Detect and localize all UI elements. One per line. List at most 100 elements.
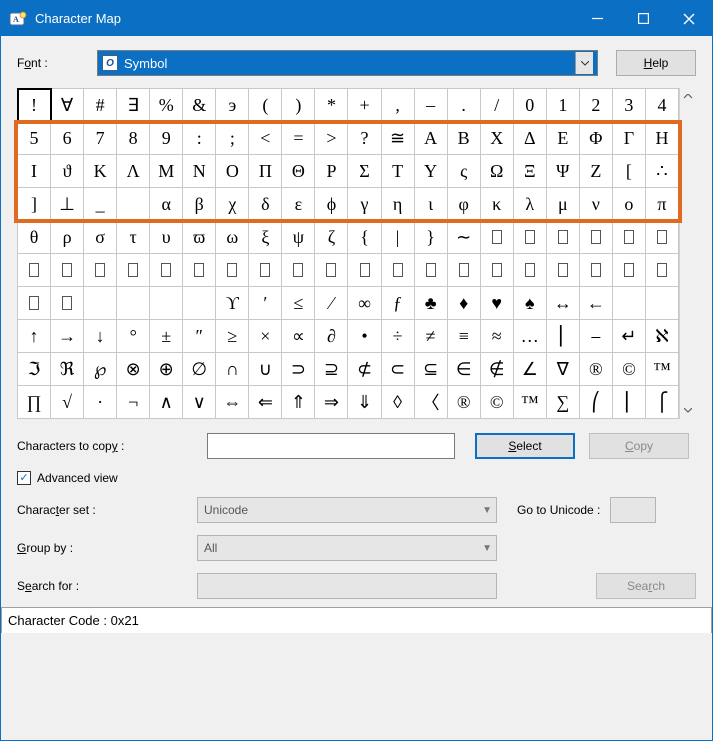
char-cell[interactable]: ∃ (117, 89, 150, 122)
char-cell[interactable]: ⊆ (415, 353, 448, 386)
char-cell[interactable]: Ζ (580, 155, 613, 188)
char-cell[interactable] (646, 287, 679, 320)
char-cell[interactable]: ; (216, 122, 249, 155)
char-cell[interactable]: λ (514, 188, 547, 221)
char-cell[interactable]: % (150, 89, 183, 122)
char-cell[interactable]: ∂ (315, 320, 348, 353)
char-cell[interactable]: | (382, 221, 415, 254)
char-cell[interactable]: ⇓ (348, 386, 381, 419)
char-cell[interactable] (51, 287, 84, 320)
char-cell[interactable]: ← (580, 287, 613, 320)
char-cell[interactable]: 9 (150, 122, 183, 155)
copy-button[interactable]: Copy (589, 433, 689, 459)
scrollbar[interactable] (679, 88, 696, 419)
char-cell[interactable]: Ψ (547, 155, 580, 188)
char-cell[interactable]: Ε (547, 122, 580, 155)
char-cell[interactable]: ◊ (382, 386, 415, 419)
char-cell[interactable]: 3 (613, 89, 646, 122)
char-cell[interactable]: … (514, 320, 547, 353)
char-cell[interactable]: ∑ (547, 386, 580, 419)
char-cell[interactable]: Ν (183, 155, 216, 188)
char-cell[interactable]: = (282, 122, 315, 155)
char-cell[interactable]: ∏ (18, 386, 51, 419)
char-cell[interactable]: Ο (216, 155, 249, 188)
char-cell[interactable]: ® (580, 353, 613, 386)
maximize-button[interactable] (620, 1, 666, 36)
char-cell[interactable]: · (84, 386, 117, 419)
char-cell[interactable]: { (348, 221, 381, 254)
char-cell[interactable] (150, 287, 183, 320)
char-cell[interactable]: 5 (18, 122, 51, 155)
char-cell[interactable]: ≤ (282, 287, 315, 320)
char-cell[interactable]: } (415, 221, 448, 254)
char-cell[interactable] (51, 254, 84, 287)
char-cell[interactable]: ⊂ (382, 353, 415, 386)
char-cell[interactable] (382, 254, 415, 287)
char-cell[interactable]: ↓ (84, 320, 117, 353)
char-cell[interactable]: ψ (282, 221, 315, 254)
char-cell[interactable]: ( (249, 89, 282, 122)
close-button[interactable] (666, 1, 712, 36)
char-cell[interactable]: ÷ (382, 320, 415, 353)
char-cell[interactable]: – (415, 89, 448, 122)
char-cell[interactable] (216, 254, 249, 287)
char-cell[interactable]: Π (249, 155, 282, 188)
char-cell[interactable]: ∼ (448, 221, 481, 254)
search-input[interactable] (197, 573, 497, 599)
char-cell[interactable]: Γ (613, 122, 646, 155)
char-cell[interactable]: ⎜ (613, 386, 646, 419)
char-cell[interactable]: ¬ (117, 386, 150, 419)
minimize-button[interactable] (574, 1, 620, 36)
char-cell[interactable]: τ (117, 221, 150, 254)
char-cell[interactable]: < (249, 122, 282, 155)
char-cell[interactable]: ∉ (481, 353, 514, 386)
char-cell[interactable] (183, 287, 216, 320)
char-cell[interactable]: ζ (315, 221, 348, 254)
char-cell[interactable]: ⎯ (580, 320, 613, 353)
char-cell[interactable] (415, 254, 448, 287)
char-cell[interactable]: * (315, 89, 348, 122)
char-cell[interactable]: ! (18, 89, 51, 122)
char-cell[interactable]: Ω (481, 155, 514, 188)
char-cell[interactable] (348, 254, 381, 287)
char-cell[interactable]: ⎛ (580, 386, 613, 419)
char-cell[interactable]: ℑ (18, 353, 51, 386)
char-cell[interactable]: / (481, 89, 514, 122)
char-cell[interactable]: Τ (382, 155, 415, 188)
char-cell[interactable]: ∩ (216, 353, 249, 386)
char-cell[interactable]: ≈ (481, 320, 514, 353)
char-cell[interactable] (481, 221, 514, 254)
char-cell[interactable]: + (348, 89, 381, 122)
char-cell[interactable]: ≠ (415, 320, 448, 353)
char-cell[interactable]: ♥ (481, 287, 514, 320)
charset-combo[interactable]: Unicode ▼ (197, 497, 497, 523)
char-cell[interactable]: ⁄ (315, 287, 348, 320)
char-cell[interactable] (646, 221, 679, 254)
char-cell[interactable]: ↵ (613, 320, 646, 353)
char-cell[interactable]: ® (448, 386, 481, 419)
char-cell[interactable] (18, 287, 51, 320)
char-cell[interactable]: . (448, 89, 481, 122)
char-cell[interactable]: ? (348, 122, 381, 155)
char-cell[interactable]: β (183, 188, 216, 221)
goto-input[interactable] (610, 497, 656, 523)
char-cell[interactable]: α (150, 188, 183, 221)
char-cell[interactable]: ∨ (183, 386, 216, 419)
char-cell[interactable] (315, 254, 348, 287)
char-cell[interactable]: κ (481, 188, 514, 221)
groupby-combo[interactable]: All ▼ (197, 535, 497, 561)
char-cell[interactable]: • (348, 320, 381, 353)
char-cell[interactable]: υ (150, 221, 183, 254)
char-cell[interactable]: ≡ (448, 320, 481, 353)
select-button[interactable]: Select (475, 433, 575, 459)
char-cell[interactable]: ς (448, 155, 481, 188)
char-cell[interactable]: Α (415, 122, 448, 155)
char-cell[interactable]: Θ (282, 155, 315, 188)
char-cell[interactable]: 6 (51, 122, 84, 155)
char-cell[interactable] (84, 287, 117, 320)
font-select[interactable]: O Symbol (97, 50, 598, 76)
char-cell[interactable]: θ (18, 221, 51, 254)
help-button[interactable]: Help (616, 50, 696, 76)
char-cell[interactable]: > (315, 122, 348, 155)
character-grid[interactable]: !∀#∃%&э()*+,–./0123456789:;<=>?≅ΑΒΧΔΕΦΓΗ… (17, 88, 679, 419)
